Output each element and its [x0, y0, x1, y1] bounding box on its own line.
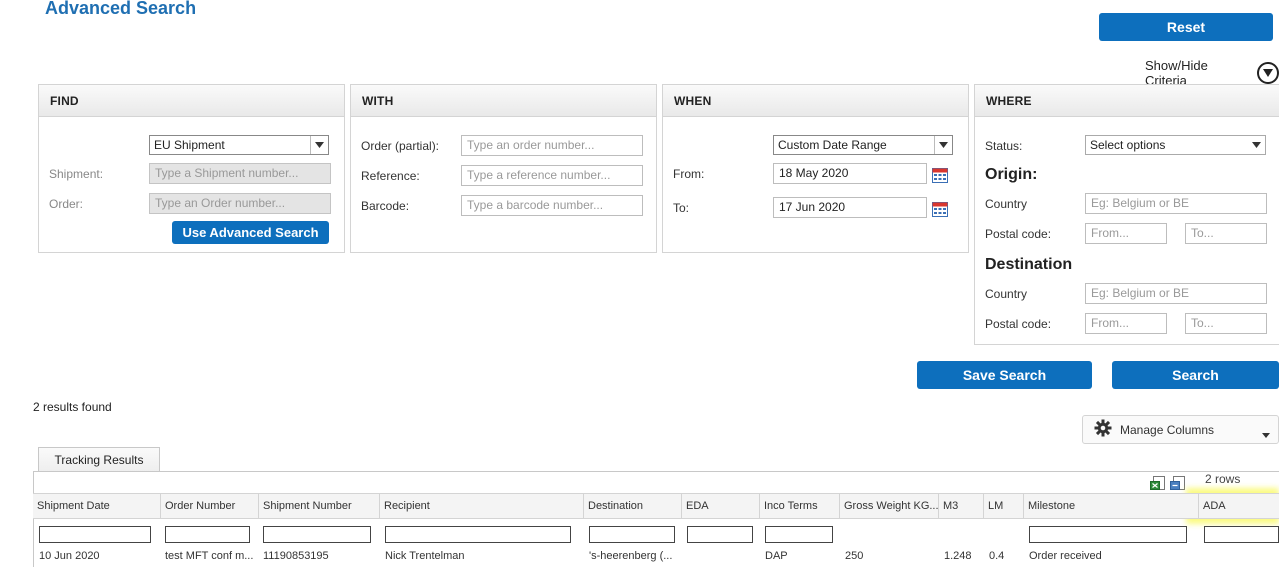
order-partial-label: Order (partial):	[361, 139, 440, 153]
calendar-icon[interactable]	[932, 167, 948, 183]
column-header-shipment-date[interactable]: Shipment Date	[33, 494, 161, 518]
from-label: From:	[673, 167, 705, 181]
destination-postal-to-input[interactable]: To...	[1185, 313, 1267, 334]
cell-milestone: Order received	[1029, 550, 1102, 562]
column-header-shipment-number[interactable]: Shipment Number	[259, 494, 380, 518]
cell-lm: 0.4	[989, 550, 1005, 562]
shipment-label: Shipment:	[49, 167, 104, 181]
gear-icon	[1094, 419, 1112, 440]
with-panel-header: WITH	[351, 85, 656, 117]
page-title: Advanced Search	[45, 0, 197, 18]
column-header-lm[interactable]: LM	[984, 494, 1024, 518]
cell-order-number[interactable]: test MFT conf m...	[165, 550, 257, 562]
filter-input-shipment-number[interactable]	[263, 526, 371, 543]
order-number-input[interactable]: Type an Order number...	[149, 193, 331, 214]
dropdown-arrow-icon	[310, 136, 328, 154]
column-header-m3[interactable]: M3	[939, 494, 984, 518]
status-label: Status:	[985, 139, 1023, 153]
order-partial-input[interactable]: Type an order number...	[461, 135, 643, 156]
grid-toolbar	[1150, 475, 1186, 494]
status-select[interactable]: Select options	[1085, 135, 1266, 155]
reset-button[interactable]: Reset	[1099, 13, 1273, 41]
caret-down-icon	[1262, 427, 1270, 441]
results-count: 2 results found	[33, 400, 112, 414]
rows-count: 2 rows	[1205, 472, 1241, 486]
cell-inco-terms: DAP	[765, 550, 788, 562]
filter-input-eda[interactable]	[687, 526, 753, 543]
reference-input[interactable]: Type a reference number...	[461, 165, 643, 186]
order-label: Order:	[49, 197, 84, 211]
dropdown-arrow-icon	[1247, 136, 1265, 154]
manage-columns-label: Manage Columns	[1120, 422, 1215, 437]
shipment-type-select[interactable]: EU Shipment	[149, 135, 329, 155]
destination-country-input[interactable]: Eg: Belgium or BE	[1085, 283, 1267, 304]
filter-input-milestone[interactable]	[1029, 526, 1187, 543]
column-header-order-number[interactable]: Order Number	[161, 494, 259, 518]
use-advanced-search-button[interactable]: Use Advanced Search	[172, 221, 329, 244]
export-excel-icon[interactable]	[1150, 475, 1166, 494]
filter-input-order-number[interactable]	[165, 526, 250, 543]
date-range-select[interactable]: Custom Date Range	[773, 135, 953, 155]
to-label: To:	[673, 201, 690, 215]
search-button[interactable]: Search	[1112, 361, 1279, 389]
column-header-ada[interactable]: ADA	[1199, 494, 1279, 518]
filter-input-shipment-date[interactable]	[39, 526, 151, 543]
destination-country-label: Country	[985, 287, 1028, 301]
column-header-eda[interactable]: EDA	[682, 494, 760, 518]
barcode-input[interactable]: Type a barcode number...	[461, 195, 643, 216]
origin-title: Origin:	[985, 166, 1038, 183]
cell-shipment-number[interactable]: 11190853195	[263, 550, 378, 562]
column-header-gross-weight[interactable]: Gross Weight KG...	[840, 494, 939, 518]
reference-label: Reference:	[361, 169, 420, 183]
cell-m3: 1.248	[944, 550, 972, 562]
filter-input-recipient[interactable]	[385, 526, 571, 543]
tab-tracking-results[interactable]: Tracking Results	[38, 447, 160, 472]
date-range-value: Custom Date Range	[778, 138, 887, 152]
origin-country-label: Country	[985, 197, 1028, 211]
export-csv-icon[interactable]	[1170, 475, 1186, 494]
cell-destination: 's-heerenberg (...	[589, 550, 673, 562]
column-header-destination[interactable]: Destination	[584, 494, 682, 518]
cell-gross-weight: 250	[845, 550, 864, 562]
column-header-recipient[interactable]: Recipient	[380, 494, 584, 518]
find-panel-header: FIND	[39, 85, 344, 117]
destination-postal-label: Postal code:	[985, 317, 1052, 331]
shipment-type-value: EU Shipment	[154, 138, 225, 152]
column-header-milestone[interactable]: Milestone	[1024, 494, 1199, 518]
calendar-icon[interactable]	[932, 201, 948, 217]
chevron-down-circle-icon[interactable]	[1257, 62, 1279, 84]
filter-input-inco-terms[interactable]	[765, 526, 833, 543]
origin-postal-label: Postal code:	[985, 227, 1052, 241]
destination-postal-from-input[interactable]: From...	[1085, 313, 1167, 334]
shipment-number-input[interactable]: Type a Shipment number...	[149, 163, 331, 184]
filter-input-destination[interactable]	[589, 526, 675, 543]
cell-recipient: Nick Trentelman	[385, 550, 465, 562]
manage-columns-dropdown[interactable]: Manage Columns	[1082, 415, 1279, 444]
where-panel: WHERE	[974, 84, 1279, 345]
from-date-input[interactable]: 18 May 2020	[773, 163, 927, 184]
column-header-inco-terms[interactable]: Inco Terms	[760, 494, 840, 518]
destination-title: Destination	[985, 256, 1073, 273]
origin-country-input[interactable]: Eg: Belgium or BE	[1085, 193, 1267, 214]
cell-shipment-date: 10 Jun 2020	[39, 550, 100, 562]
grid-header-row: Shipment Date Order Number Shipment Numb…	[33, 493, 1279, 519]
when-panel-header: WHEN	[663, 85, 968, 117]
origin-postal-to-input[interactable]: To...	[1185, 223, 1267, 244]
status-placeholder: Select options	[1090, 138, 1166, 152]
where-panel-header: WHERE	[975, 85, 1279, 117]
dropdown-arrow-icon	[934, 136, 952, 154]
origin-postal-from-input[interactable]: From...	[1085, 223, 1167, 244]
barcode-label: Barcode:	[361, 199, 410, 213]
to-date-input[interactable]: 17 Jun 2020	[773, 197, 927, 218]
filter-input-ada[interactable]	[1204, 526, 1279, 543]
save-search-button[interactable]: Save Search	[917, 361, 1092, 389]
